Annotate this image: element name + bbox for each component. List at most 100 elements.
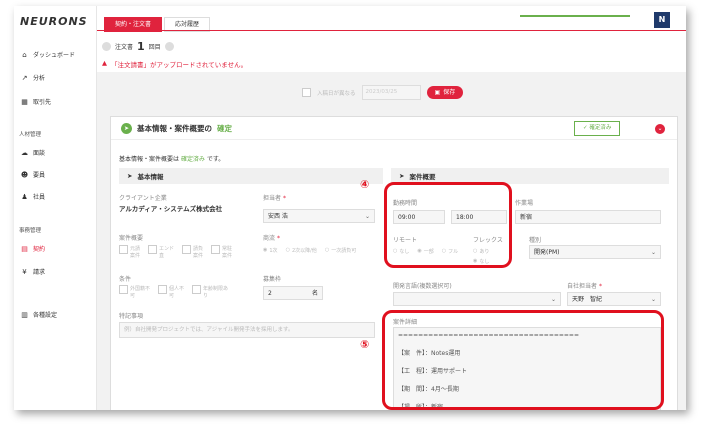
notes-label: 特記事項 [119,313,144,320]
sidebar-item-settings[interactable]: ▥ 各種設定 [20,310,58,320]
order-number: 1 [137,40,145,53]
card-title-text: 基本情報・案件概要の [137,124,212,133]
commerce-option[interactable]: ○ 2次以降/他 [286,247,317,254]
recruit-input[interactable]: 2 名 [263,286,323,300]
staff-select[interactable]: 天野 智紀 ⌄ [567,292,661,306]
type-value: 開発(PM) [534,249,560,256]
owner-value: 安西 浩 [268,213,288,220]
recruit-value: 2 [268,290,272,297]
lang-label: 開発言語(複数選択可) [393,283,452,290]
status-prefix: 基本情報・案件概要は [119,156,180,163]
condition-option[interactable]: 外国籍不 可 [119,285,150,299]
yen-icon: ¥ [22,267,27,276]
different-date-label: 入稿日が異なる [317,90,356,97]
sidebar-item-label: 分析 [33,75,46,82]
type-label: 種別 [529,237,542,244]
alert-text: 「注文請書」がアップロードされていません。 [111,61,248,69]
tab-underline [97,30,686,31]
chevron-down-icon: ⌄ [550,296,556,303]
rocket-icon: ➤ [121,123,132,134]
status-value: 確定済み [180,156,205,163]
condition-option[interactable]: 年齢制限あ り [192,285,228,299]
chart-icon: ↗ [21,73,28,82]
status-suffix: です。 [206,156,225,163]
order-label: 注文書 [115,44,134,51]
sidebar-item-dashboard[interactable]: ⌂ ダッシュボード [20,50,76,60]
summary-options: 元請 案件 エンド 直 請負 案件 常駐 案件 [119,245,232,259]
condition-option[interactable]: 個人不 可 [158,285,184,299]
date-input[interactable]: 2023/03/25 [361,85,421,100]
location-label: 作業場 [515,200,534,207]
summary-option[interactable]: 常駐 案件 [211,245,232,259]
sidebar-item-label: 取引先 [33,99,52,106]
chevron-down-icon: ⌄ [650,249,656,256]
commerce-label: 商流 * [263,235,280,242]
card-title-status: 確定 [217,124,232,133]
confirm-status-line: 基本情報・案件概要は 確定済み です。 [119,154,224,163]
rocket-icon: ➤ [399,172,405,180]
recruit-unit: 名 [311,290,318,297]
commerce-option[interactable]: ○ 一次請負可 [325,247,356,254]
confirmed-button[interactable]: ✓ 確定済み [574,121,621,136]
warning-icon: ▲ [102,59,107,67]
sidebar-item-label: 社員 [33,194,46,201]
sidebar-item-clients[interactable]: ▦ 取引先 [20,97,52,107]
sidebar-item-analysis[interactable]: ↗ 分析 [20,73,46,83]
section-label-hr: 人材管理 [19,132,42,138]
rocket-icon: ➤ [127,172,133,180]
section-label-business: 事務管理 [19,228,42,234]
overview-heading-text: 案件概要 [409,173,436,181]
notes-input[interactable]: 例）自社開発プロジェクトでは、アジャイル開発手法を採用します。 [119,322,375,338]
sidebar-item-contracts[interactable]: ▤ 契約 [20,244,45,254]
sidebar-item-label: 請求 [33,269,46,276]
summary-option[interactable]: 請負 案件 [182,245,203,259]
app-window: NEURONS ⌂ ダッシュボード ↗ 分析 ▦ 取引先 人材管理 ☁ 面談 ☻… [14,6,686,410]
different-date-checkbox[interactable] [302,88,311,97]
summary-option[interactable]: 元請 案件 [119,245,140,259]
location-input[interactable]: 新宿 [515,210,661,224]
book-icon: ▥ [21,310,28,319]
upload-alert: ▲ 「注文請書」がアップロードされていません。 [102,59,247,69]
sidebar-item-interview[interactable]: ☁ 面談 [20,148,46,158]
chevron-down-icon: ⌄ [650,296,656,303]
sidebar-item-label: 各種設定 [33,312,58,319]
contract-icon: ▤ [21,244,28,253]
summary-option[interactable]: エンド 直 [148,245,174,259]
staff-label: 自社担当者 * [567,283,602,290]
check-icon: ✓ [583,125,588,131]
progress-strip [520,15,630,17]
commerce-option[interactable]: ◉ 1次 [263,247,278,254]
order-suffix: 回目 [148,44,161,51]
sidebar: NEURONS ⌂ ダッシュボード ↗ 分析 ▦ 取引先 人材管理 ☁ 面談 ☻… [14,6,97,410]
date-row: 入稿日が異なる 2023/03/25 ▣ 保存 [302,85,464,100]
annotation-number-5: ⑤ [360,338,370,351]
type-select[interactable]: 開発(PM) ⌄ [529,245,661,259]
users-icon: ☻ [20,170,29,179]
building-icon: ▦ [21,97,28,106]
owner-label: 担当者 * [263,195,286,202]
sidebar-item-label: 面談 [33,150,46,157]
basic-info-heading-text: 基本情報 [137,173,164,181]
prev-order-icon[interactable] [102,42,111,51]
summary-label: 案件概要 [119,235,144,242]
sidebar-item-staff[interactable]: ☻ 要員 [20,170,45,180]
chevron-down-icon: ⌄ [364,213,370,220]
sidebar-item-billing[interactable]: ¥ 請求 [20,267,46,277]
basic-info-heading: ➤ 基本情報 [119,168,383,184]
annotation-circle-5 [382,310,664,410]
user-icon: ♟ [21,192,28,201]
save-button[interactable]: ▣ 保存 [426,86,464,99]
lang-select[interactable]: ⌄ [393,292,561,306]
client-label: クライアント企業 [119,195,167,202]
chat-icon: ☁ [21,148,28,157]
collapse-toggle-icon[interactable]: ⌄ [655,124,665,134]
staff-value: 天野 智紀 [572,296,603,303]
recruit-label: 募集枠 [263,276,282,283]
next-order-icon[interactable] [164,42,174,51]
owner-select[interactable]: 安西 浩 ⌄ [263,209,375,223]
sidebar-item-employees[interactable]: ♟ 社員 [20,192,46,202]
sidebar-item-label: ダッシュボード [33,52,76,59]
commerce-options: ◉ 1次 ○ 2次以降/他 ○ 一次請負可 [263,247,356,254]
conditions-options: 外国籍不 可 個人不 可 年齢制限あ り [119,285,228,299]
home-icon: ⌂ [22,50,27,59]
